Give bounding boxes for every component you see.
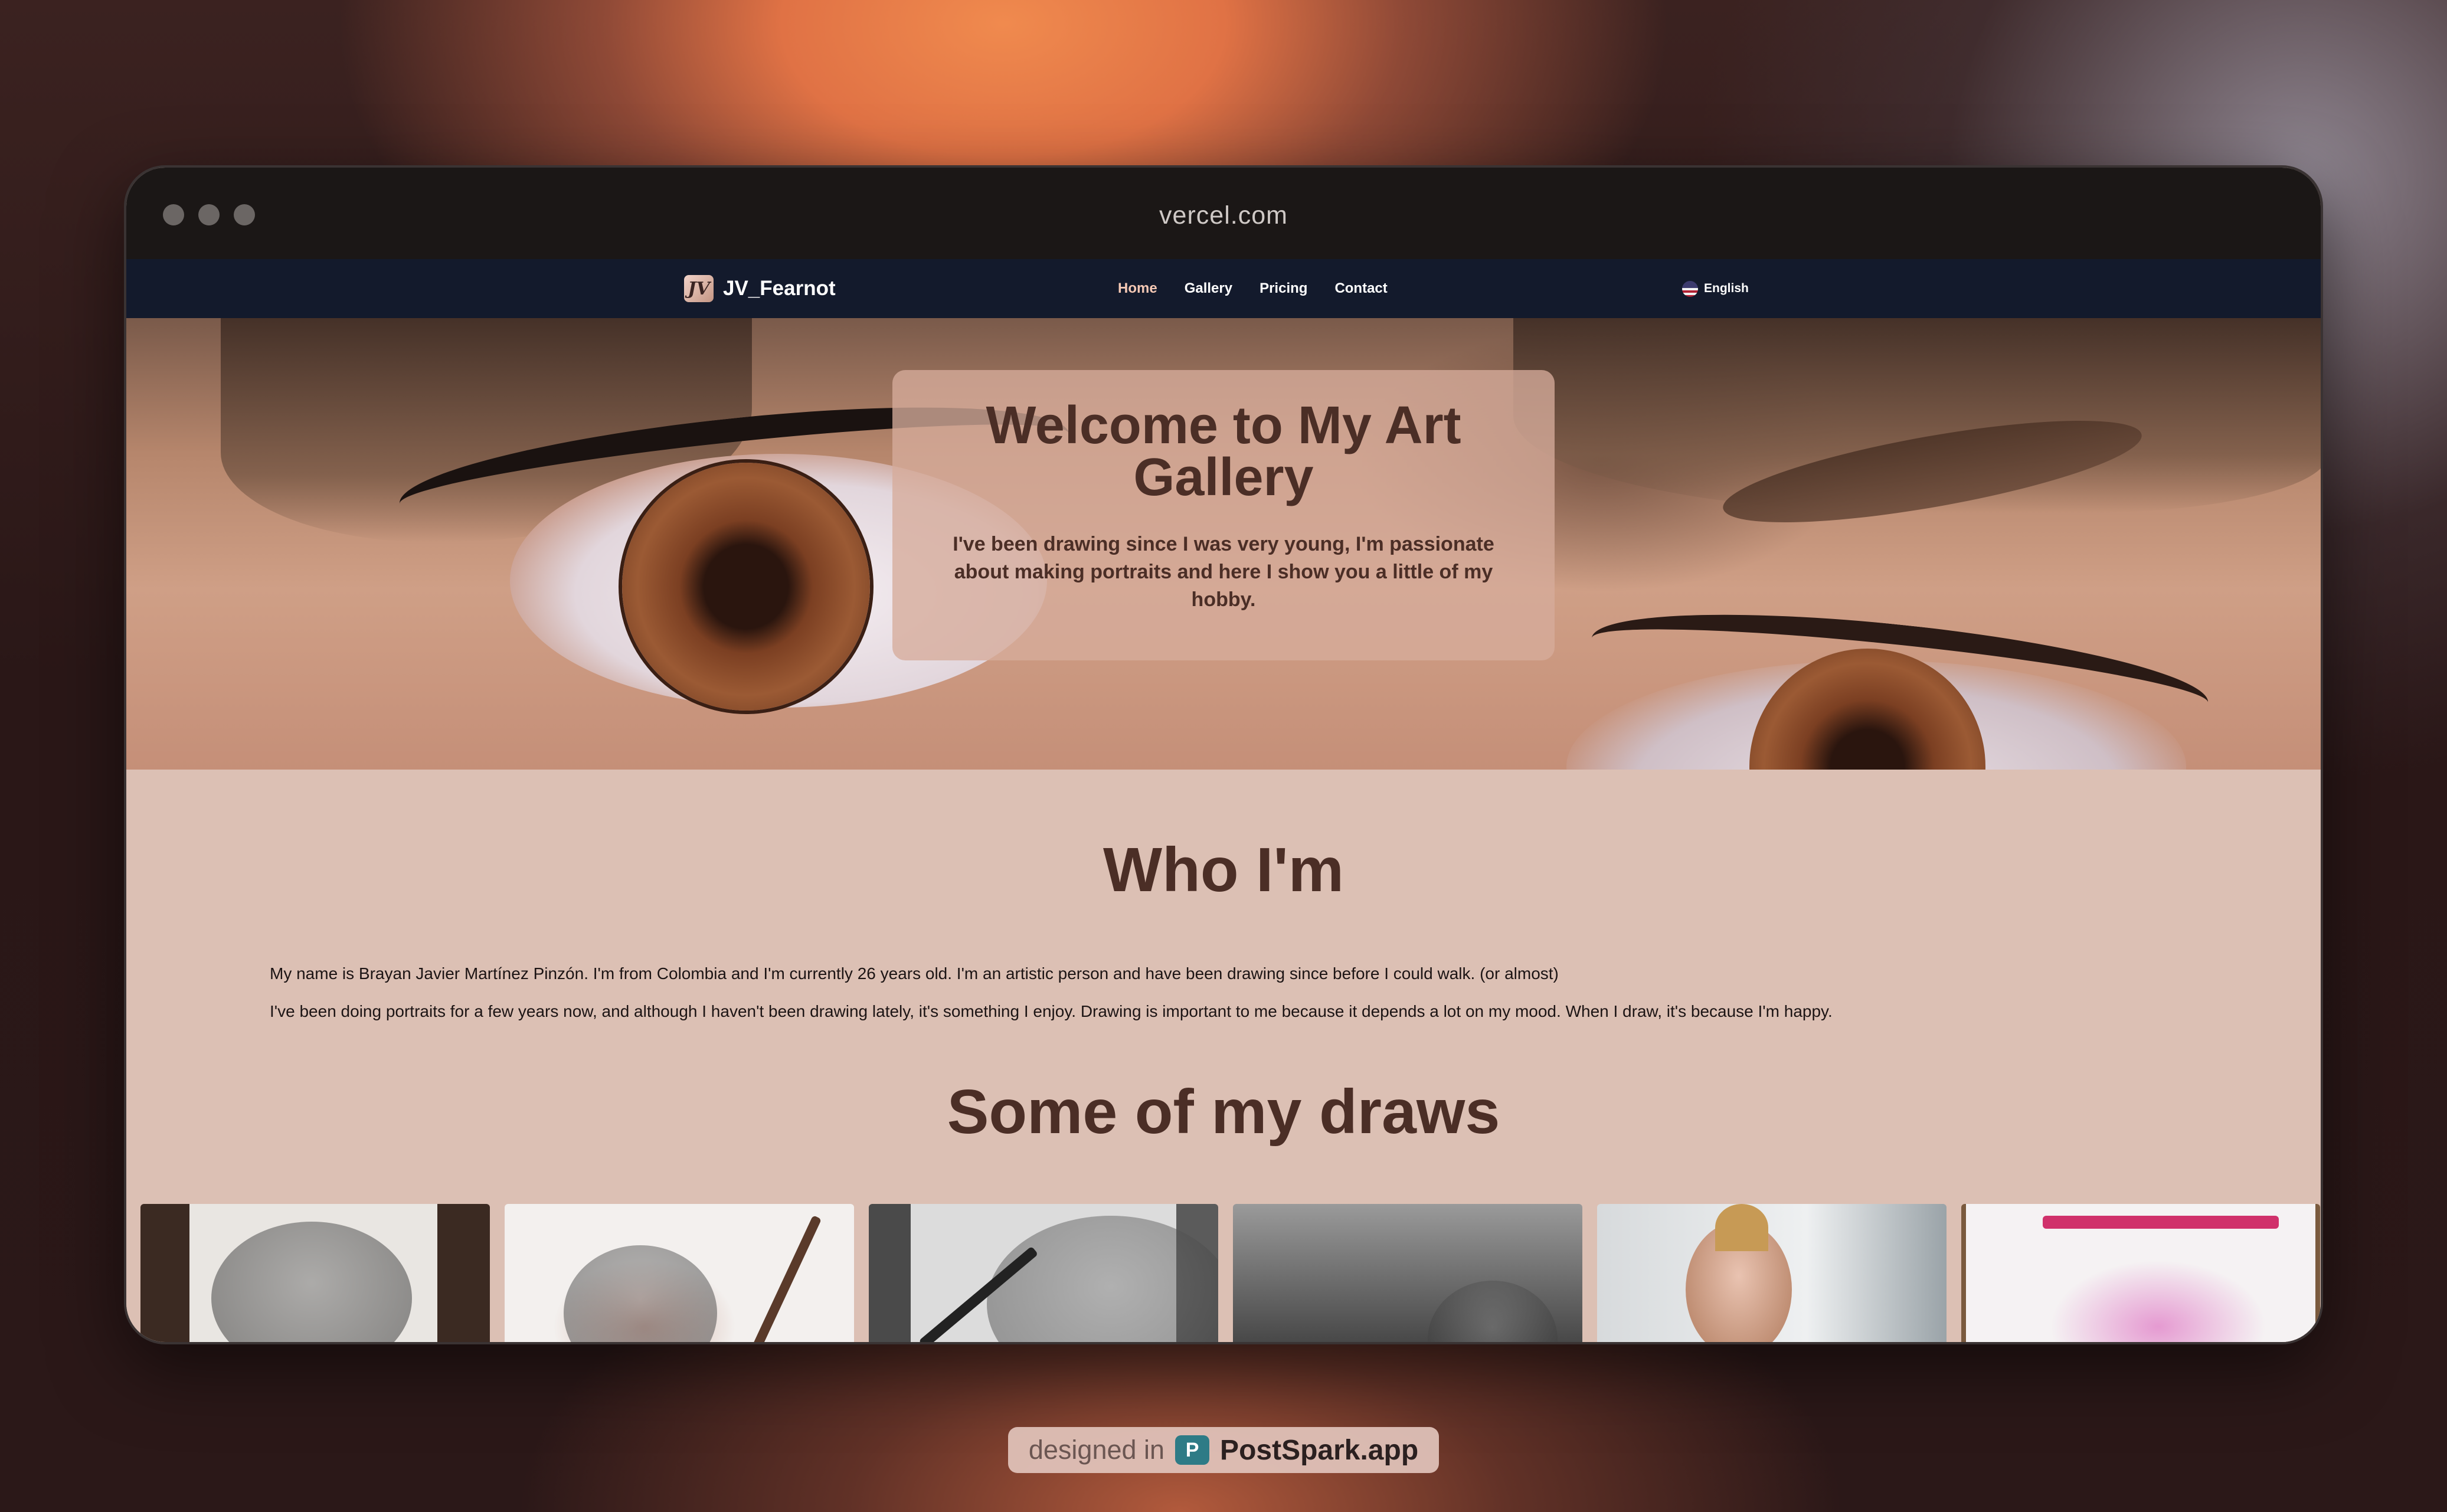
language-label: English	[1704, 282, 1749, 295]
gallery-title: Some of my draws	[947, 1077, 1500, 1147]
browser-window: vercel.com JV JV_Fearnot Home Gallery Pr…	[124, 165, 2323, 1344]
drawing-sketch	[987, 1216, 1218, 1342]
drawing-sketch	[564, 1245, 717, 1342]
marker-icon	[2043, 1216, 2279, 1229]
nav-contact-link[interactable]: Contact	[1334, 280, 1387, 297]
nav-pricing-link[interactable]: Pricing	[1260, 280, 1307, 297]
about-paragraph-1: My name is Brayan Javier Martínez Pinzón…	[270, 964, 1559, 983]
gallery-item-3[interactable]	[869, 1204, 1218, 1342]
address-bar-url[interactable]: vercel.com	[126, 168, 2321, 259]
brand-name: JV_Fearnot	[723, 277, 836, 300]
postspark-icon: P	[1175, 1435, 1210, 1465]
language-selector[interactable]: English	[1682, 259, 1749, 318]
pencil-icon	[748, 1215, 822, 1342]
gallery-item-1[interactable]	[140, 1204, 490, 1342]
gallery-item-5[interactable]	[1597, 1204, 1947, 1342]
hero-card: Welcome to My Art Gallery I've been draw…	[892, 370, 1555, 660]
us-flag-icon	[1682, 280, 1698, 297]
gallery-item-6[interactable]	[1961, 1204, 2320, 1342]
about-paragraph-2: I've been doing portraits for a few year…	[270, 1002, 1833, 1020]
badge-name: PostSpark.app	[1220, 1434, 1419, 1466]
gallery-item-4[interactable]	[1233, 1204, 1582, 1342]
photo-hair	[1715, 1204, 1768, 1251]
gallery-item-2[interactable]	[505, 1204, 854, 1342]
badge-prefix: designed in	[1028, 1435, 1165, 1465]
hero-subtitle: I've been drawing since I was very young…	[953, 533, 1494, 611]
designed-in-badge[interactable]: designed in P PostSpark.app	[1008, 1427, 1439, 1473]
gallery-strip	[140, 1204, 2320, 1342]
nav-links: Home Gallery Pricing Contact	[1118, 259, 1388, 318]
nav-home-link[interactable]: Home	[1118, 280, 1157, 297]
brand-logo-icon: JV	[684, 275, 714, 302]
site-navbar: JV JV_Fearnot Home Gallery Pricing Conta…	[126, 259, 2321, 318]
brand-link[interactable]: JV JV_Fearnot	[684, 259, 836, 318]
hero-banner: Welcome to My Art Gallery I've been draw…	[126, 318, 2321, 770]
main-content: Who I'm My name is Brayan Javier Martíne…	[126, 770, 2321, 1342]
drawing-sketch	[1428, 1281, 1558, 1342]
browser-titlebar: vercel.com	[126, 168, 2321, 259]
drawing-sketch	[211, 1222, 412, 1342]
about-title: Who I'm	[1103, 835, 1344, 905]
nav-gallery-link[interactable]: Gallery	[1185, 280, 1232, 297]
hero-title: Welcome to My Art Gallery	[986, 396, 1461, 507]
